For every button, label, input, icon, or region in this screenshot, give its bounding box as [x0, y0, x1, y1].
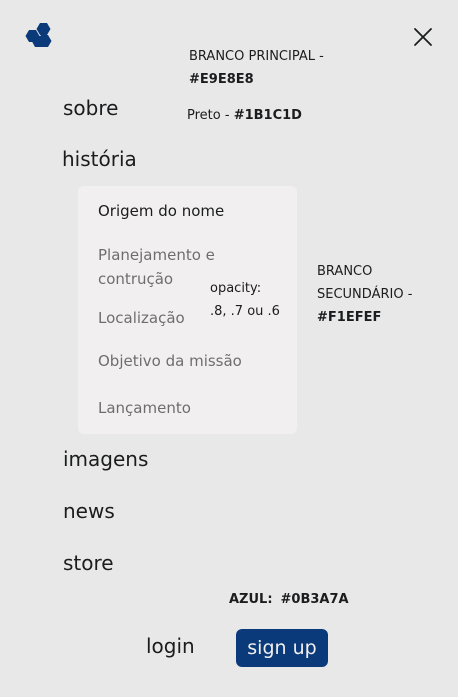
- note-branco-secundario: BRANCO SECUNDÁRIO - #F1EFEF: [317, 260, 437, 329]
- note-azul: AZUL: #0B3A7A: [229, 588, 409, 611]
- note-branco-principal-label: BRANCO PRINCIPAL -: [189, 49, 324, 64]
- note-branco-secundario-value: #F1EFEF: [317, 310, 382, 325]
- note-opacity: opacity: .8, .7 ou .6: [210, 277, 300, 323]
- submenu-item-origem-do-nome[interactable]: Origem do nome: [98, 199, 224, 223]
- login-link[interactable]: login: [146, 634, 195, 658]
- note-opacity-label: opacity:: [210, 281, 262, 296]
- submenu-item-lancamento[interactable]: Lançamento: [98, 396, 191, 420]
- nav-item-imagens[interactable]: imagens: [63, 447, 148, 471]
- nav-item-sobre[interactable]: sobre: [63, 96, 118, 120]
- note-branco-principal-value: #E9E8E8: [189, 72, 254, 87]
- nav-item-historia[interactable]: história: [62, 147, 137, 171]
- note-preto-label: Preto -: [187, 108, 234, 123]
- note-azul-value: #0B3A7A: [280, 592, 349, 607]
- note-branco-principal: BRANCO PRINCIPAL - #E9E8E8: [189, 45, 389, 91]
- note-preto: Preto - #1B1C1D: [187, 104, 347, 127]
- note-azul-label: AZUL:: [229, 592, 273, 607]
- note-opacity-value: .8, .7 ou .6: [210, 304, 280, 319]
- note-branco-secundario-label: BRANCO SECUNDÁRIO -: [317, 264, 413, 302]
- submenu-item-localizacao[interactable]: Localização: [98, 306, 185, 330]
- nav-item-news[interactable]: news: [63, 499, 115, 523]
- nav-item-store[interactable]: store: [63, 551, 114, 575]
- logo-icon[interactable]: [25, 22, 53, 50]
- note-preto-value: #1B1C1D: [233, 108, 302, 123]
- close-icon[interactable]: [412, 26, 434, 48]
- signup-button[interactable]: sign up: [236, 629, 328, 667]
- submenu-item-objetivo[interactable]: Objetivo da missão: [98, 349, 242, 373]
